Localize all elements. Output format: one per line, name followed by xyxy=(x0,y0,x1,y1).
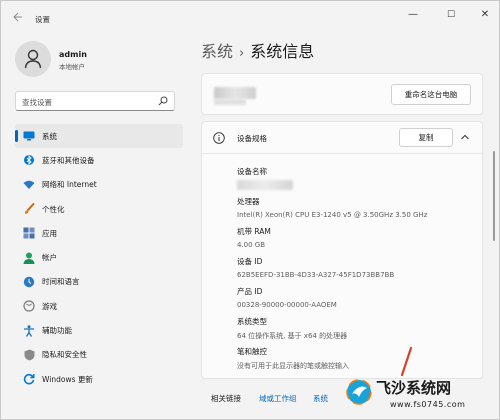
sidebar-item-label: 辅助功能 xyxy=(42,326,72,336)
sidebar-item-apps[interactable]: 应用 xyxy=(15,221,183,245)
spec-value-device-id: 62B5EEFD-31BB-4D33-A327-45F1D73BB7BB xyxy=(237,271,395,279)
accessibility-icon xyxy=(23,324,35,337)
sidebar-nav: 系统 蓝牙和其他设备 网络和 Internet 个性化 应用 帐户 时间和语言 … xyxy=(15,124,183,391)
sidebar-item-gaming[interactable]: 游戏 xyxy=(15,294,183,318)
sidebar-item-accounts[interactable]: 帐户 xyxy=(15,245,183,269)
spec-label-device-id: 设备 ID xyxy=(237,257,263,266)
sidebar-item-label: 帐户 xyxy=(42,253,57,263)
breadcrumb-root[interactable]: 系统 xyxy=(201,42,233,61)
redacted-device-subtitle xyxy=(214,99,246,105)
specs-header[interactable]: 设备规格 复制 xyxy=(202,122,482,154)
copy-button[interactable]: 复制 xyxy=(399,128,453,147)
domain-workgroup-link[interactable]: 域或工作组 xyxy=(259,393,297,404)
sidebar-item-accessibility[interactable]: 辅助功能 xyxy=(15,318,183,342)
sidebar-item-label: 蓝牙和其他设备 xyxy=(42,155,95,165)
bluetooth-icon xyxy=(23,154,35,166)
sidebar-item-label: 应用 xyxy=(42,228,57,238)
spec-value-pen-touch: 没有可用于此显示器的笔或触控输入 xyxy=(237,362,349,370)
watermark-title: 飞沙系统网 xyxy=(376,379,452,397)
spec-label-system-type: 系统类型 xyxy=(237,317,267,326)
sidebar-item-label: 时间和语言 xyxy=(42,277,80,287)
rename-pc-button[interactable]: 重命名这台电脑 xyxy=(391,84,471,105)
spec-label-processor: 处理器 xyxy=(237,197,260,206)
breadcrumb-separator: › xyxy=(239,46,245,61)
globe-clock-icon xyxy=(23,276,35,288)
sidebar-item-personalization[interactable]: 个性化 xyxy=(15,197,183,221)
search-placeholder: 查找设置 xyxy=(22,98,52,107)
device-name-card: 重命名这台电脑 xyxy=(201,73,483,115)
spec-value-ram: 4.00 GB xyxy=(237,241,266,249)
back-arrow-icon[interactable] xyxy=(11,11,23,23)
monitor-icon xyxy=(23,130,35,142)
breadcrumb: 系统 › 系统信息 xyxy=(201,38,314,62)
title-bar: 设置 — ☐ ✕ xyxy=(1,1,499,31)
sidebar-item-label: 系统 xyxy=(42,131,57,141)
sidebar-item-time-language[interactable]: 时间和语言 xyxy=(15,270,183,294)
redacted-device-name-value xyxy=(237,180,293,190)
app-title: 设置 xyxy=(35,15,50,24)
spec-value-product-id: 00328-90000-00000-AAOEM xyxy=(237,301,337,309)
scrollbar[interactable] xyxy=(493,151,495,241)
sidebar-item-windows-update[interactable]: Windows 更新 xyxy=(15,367,183,391)
sidebar-item-privacy[interactable]: 隐私和安全性 xyxy=(15,343,183,367)
redacted-device-name xyxy=(214,87,256,99)
spec-label-device-name: 设备名称 xyxy=(237,167,267,176)
sidebar-item-bluetooth[interactable]: 蓝牙和其他设备 xyxy=(15,148,183,172)
person-icon xyxy=(24,49,42,69)
spec-label-pen-touch: 笔和触控 xyxy=(237,347,267,356)
search-icon[interactable] xyxy=(158,95,168,107)
sidebar-item-system[interactable]: 系统 xyxy=(15,124,183,149)
watermark-url: www.fs0745.com xyxy=(390,400,466,409)
avatar xyxy=(15,41,51,77)
close-button[interactable]: ✕ xyxy=(475,7,495,23)
device-specs-card: 设备规格 复制 设备名称 处理器 Intel(R) Xeon(R) CPU E3… xyxy=(201,121,483,379)
gamepad-icon xyxy=(23,300,35,312)
site-watermark: 飞沙系统网 www.fs0745.com xyxy=(346,373,499,419)
search-input[interactable]: 查找设置 xyxy=(15,91,175,111)
maximize-button[interactable]: ☐ xyxy=(441,7,461,23)
chevron-up-icon[interactable] xyxy=(460,132,470,142)
info-icon xyxy=(213,132,225,144)
sidebar-item-label: 个性化 xyxy=(42,204,65,214)
wifi-icon xyxy=(23,179,35,191)
user-profile[interactable]: admin 本地帐户 xyxy=(15,41,185,81)
watermark-logo-icon xyxy=(346,379,372,405)
page-title: 系统信息 xyxy=(250,42,315,61)
account-type: 本地帐户 xyxy=(59,63,85,71)
specs-title: 设备规格 xyxy=(237,134,267,143)
spec-value-system-type: 64 位操作系统, 基于 x64 的处理器 xyxy=(237,332,348,340)
settings-window: 设置 — ☐ ✕ admin 本地帐户 查找设置 系统 蓝牙和其他设备 网络和 … xyxy=(0,0,500,420)
spec-label-ram: 机带 RAM xyxy=(237,227,271,236)
sidebar-item-label: 网络和 Internet xyxy=(42,180,97,190)
brush-icon xyxy=(23,203,35,215)
apps-icon xyxy=(23,227,35,239)
system-protection-link[interactable]: 系统 xyxy=(313,393,328,404)
related-links-label: 相关链接 xyxy=(211,394,241,403)
shield-icon xyxy=(23,349,35,361)
minimize-button[interactable]: — xyxy=(403,7,423,23)
sidebar-item-network[interactable]: 网络和 Internet xyxy=(15,173,183,197)
spec-value-processor: Intel(R) Xeon(R) CPU E3-1240 v5 @ 3.50GH… xyxy=(237,211,428,219)
sidebar-item-label: 游戏 xyxy=(42,301,57,311)
user-name: admin xyxy=(59,50,87,59)
update-icon xyxy=(23,373,35,385)
person-icon xyxy=(23,252,35,264)
spec-label-product-id: 产品 ID xyxy=(237,287,263,296)
sidebar-item-label: Windows 更新 xyxy=(42,374,93,384)
sidebar-item-label: 隐私和安全性 xyxy=(42,350,87,360)
